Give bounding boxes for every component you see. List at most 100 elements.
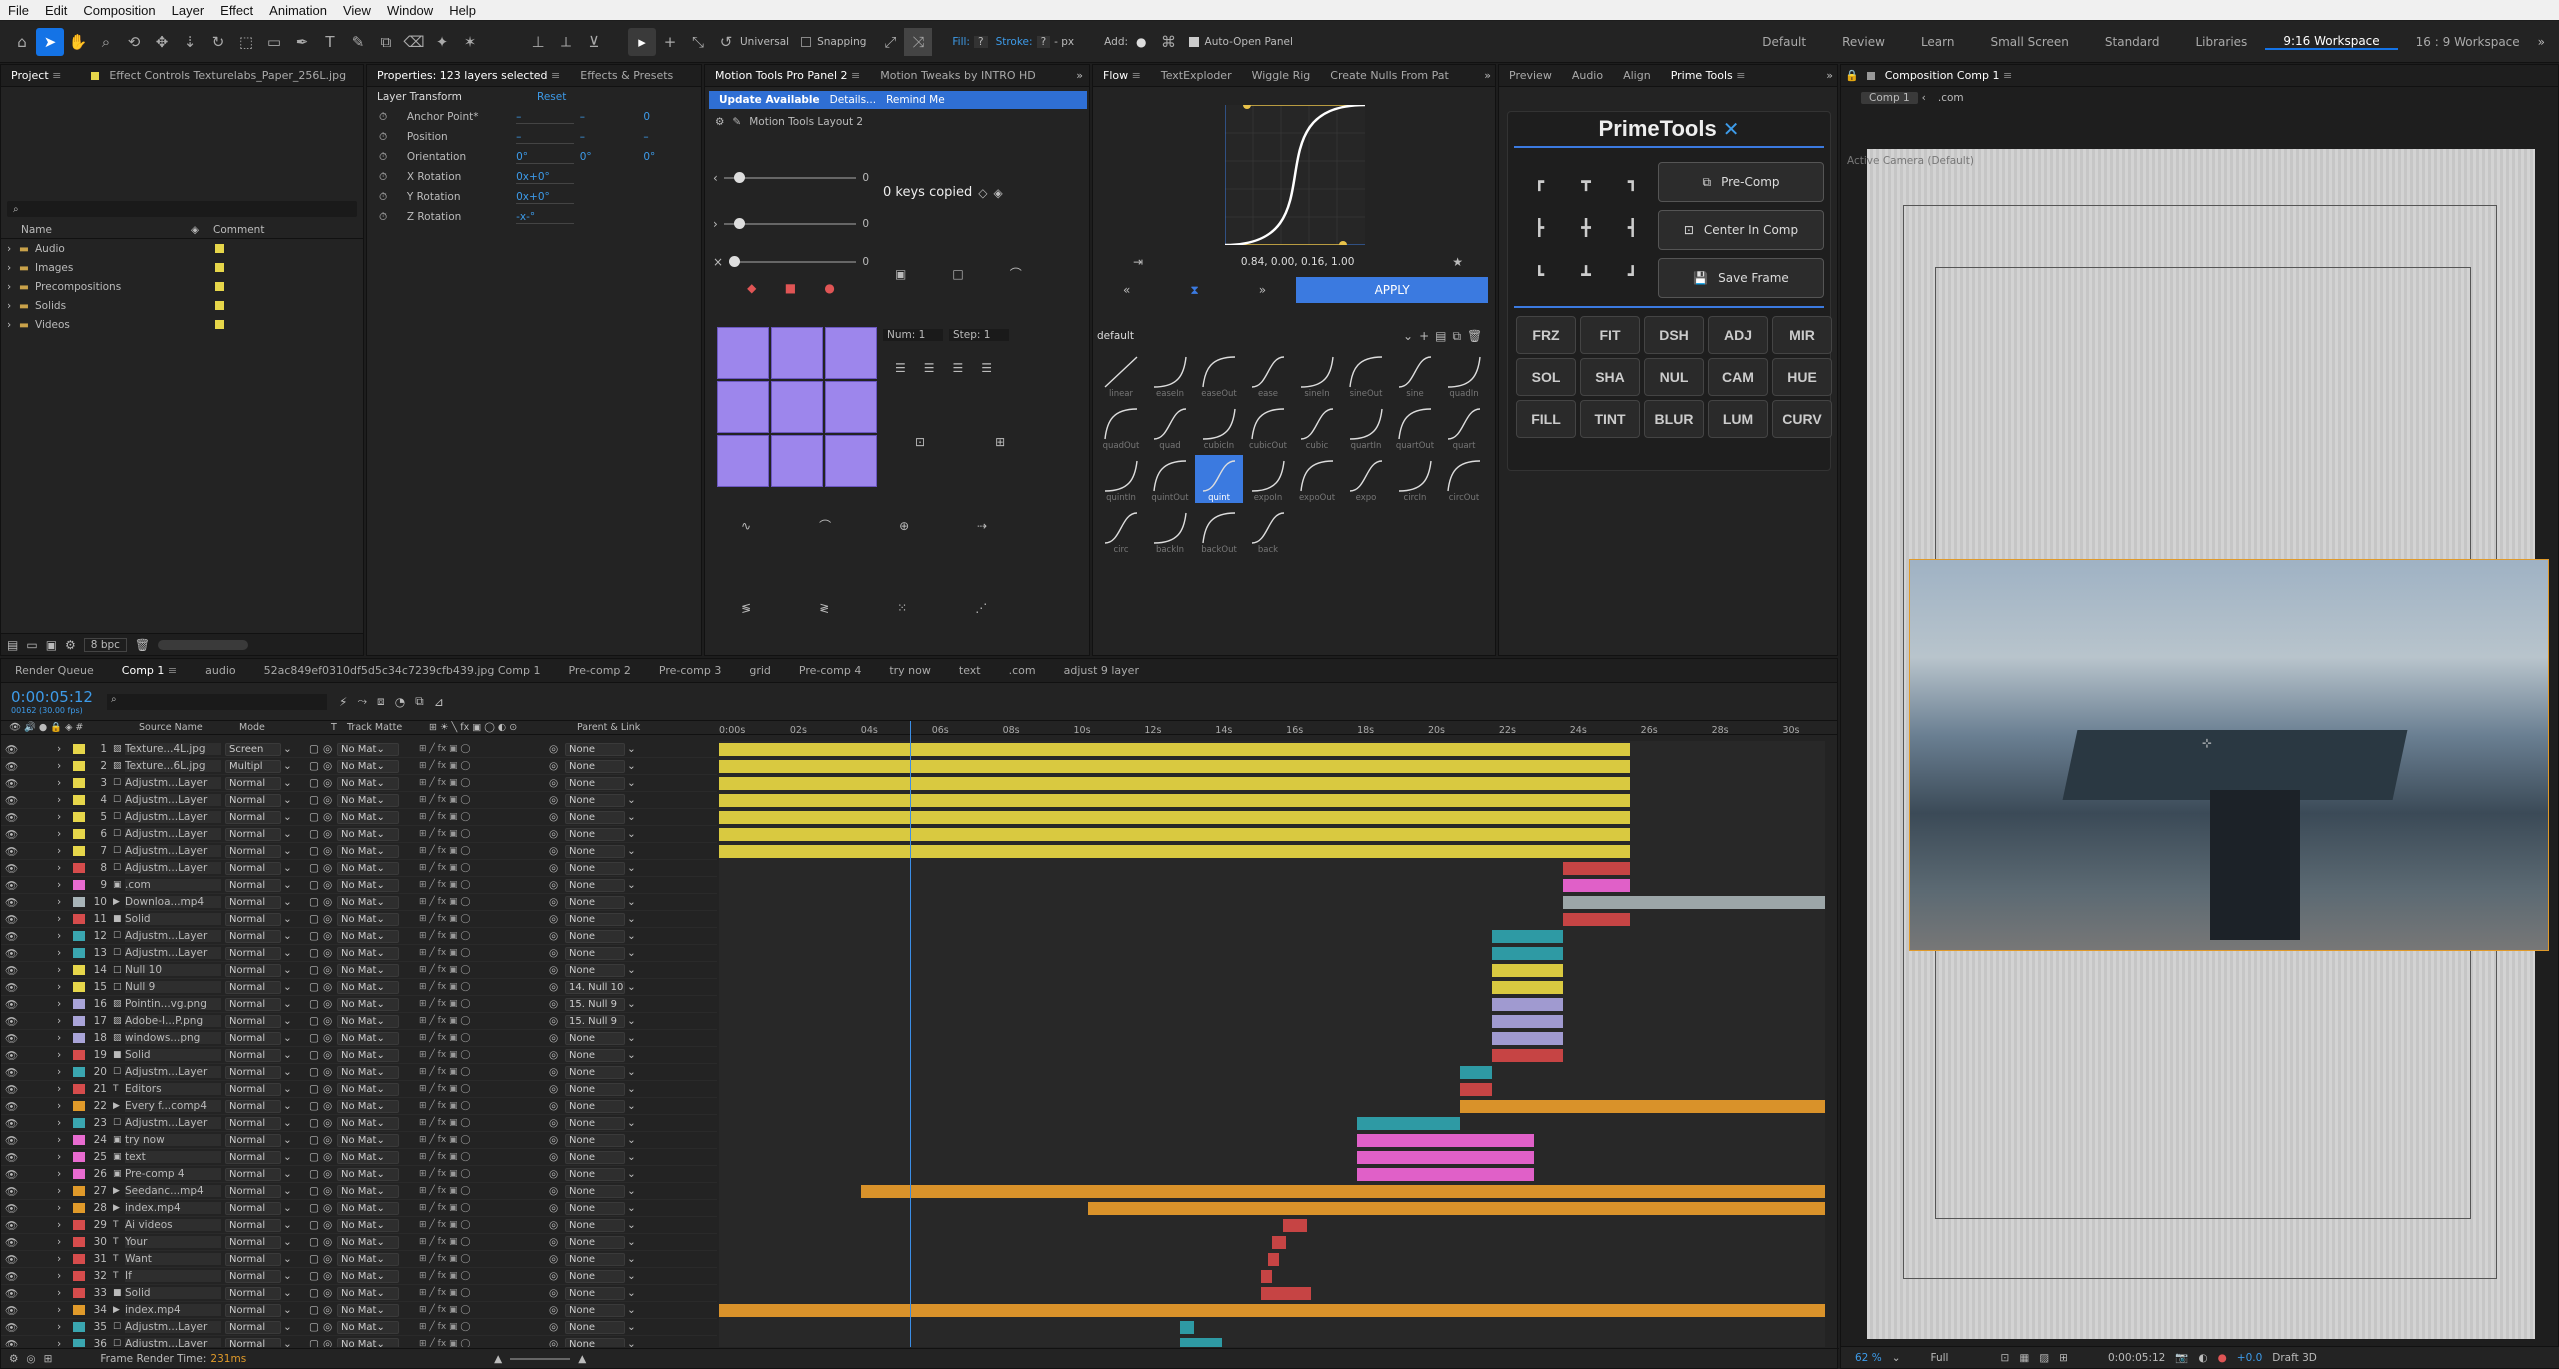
slider-left-icon[interactable]: ‹ [713, 171, 718, 185]
mode-dropdown-icon[interactable]: ⌄ [281, 1219, 309, 1231]
split-icon[interactable]: ≶ [741, 601, 751, 615]
eye-icon[interactable]: 👁 [1, 1270, 18, 1283]
preserve-transparency-icon[interactable]: ▢ [309, 1100, 323, 1112]
parent-dropdown-icon[interactable]: ⌄ [625, 1270, 636, 1282]
layer-switches[interactable]: ⊞ ╱ fx ▣ ◯ [399, 948, 549, 958]
easing-preset-circOut[interactable]: circOut [1440, 455, 1488, 503]
snapshot-icon[interactable]: 📷 [2175, 1351, 2188, 1364]
layer-switches[interactable]: ⊞ ╱ fx ▣ ◯ [399, 1033, 549, 1043]
tab-audio[interactable]: Audio [1562, 69, 1613, 82]
slider-track-2[interactable] [723, 218, 857, 229]
parent-dropdown-icon[interactable]: ⌄ [625, 947, 636, 959]
easing-preset-quadOut[interactable]: quadOut [1097, 403, 1145, 451]
layer-row[interactable]: 👁 › 25 ▣ text Normal ⌄ ▢ ◎ No Mat⌄ ⊞ ╱ f… [1, 1149, 717, 1166]
layer-mode-select[interactable]: Normal [225, 1116, 281, 1130]
preserve-transparency-icon[interactable]: ▢ [309, 777, 323, 789]
edit-icon[interactable]: ✎ [732, 116, 741, 128]
layer-row[interactable]: 👁 › 1 ▨ Texture...4L.jpg Screen ⌄ ▢ ◎ No… [1, 741, 717, 758]
preserve-transparency-icon[interactable]: ▢ [309, 845, 323, 857]
layer-switches[interactable]: ⊞ ╱ fx ▣ ◯ [399, 914, 549, 924]
bezier-curve-graph[interactable] [1225, 105, 1365, 245]
parent-dropdown-icon[interactable]: ⌄ [625, 862, 636, 874]
preserve-transparency-icon[interactable]: ▢ [309, 981, 323, 993]
layer-name[interactable]: Adjustm...Layer [125, 1338, 221, 1347]
layer-name[interactable]: Ai videos [125, 1219, 221, 1231]
prime-lum-button[interactable]: LUM [1708, 400, 1768, 438]
expand-layer-icon[interactable]: › [57, 1134, 69, 1146]
mode-dropdown-icon[interactable]: ⌄ [281, 1151, 309, 1163]
parent-select[interactable]: 14. Null 10 [565, 980, 625, 994]
expand-layer-icon[interactable]: › [57, 1117, 69, 1129]
easing-preset-expo[interactable]: expo [1342, 455, 1390, 503]
property-value-y[interactable]: – [580, 131, 638, 143]
universal-rotate-icon[interactable]: ↺ [712, 28, 740, 56]
layer-name[interactable]: text [125, 1151, 221, 1163]
anchor-bottom-center[interactable] [771, 435, 823, 487]
precomp-button[interactable]: ⧉ Pre-Comp [1658, 162, 1824, 202]
project-scrollbar[interactable] [158, 639, 249, 650]
layer-name[interactable]: Adjustm...Layer [125, 862, 221, 874]
track-matte-select[interactable]: No Mat⌄ [337, 776, 399, 790]
layer-mode-select[interactable]: Normal [225, 1252, 281, 1266]
exposure-value[interactable]: +0.0 [2237, 1352, 2263, 1364]
property-value-x[interactable]: – [516, 131, 574, 144]
eye-icon[interactable]: 👁 [1, 1321, 18, 1334]
timeline-tab[interactable]: Pre-comp 2 [554, 664, 644, 677]
prime-anchor-bc-icon[interactable]: ┻ [1581, 265, 1591, 284]
prime-anchor-tr-icon[interactable]: ┓ [1628, 172, 1638, 191]
align-right-icon[interactable]: ☰ [953, 361, 964, 375]
mode-dropdown-icon[interactable]: ⌄ [281, 1015, 309, 1027]
mode-dropdown-icon[interactable]: ⌄ [281, 1202, 309, 1214]
mode-dropdown-icon[interactable]: ⌄ [281, 845, 309, 857]
preserve-transparency-icon[interactable]: ▢ [309, 1321, 323, 1333]
property-value-x[interactable]: 0° [516, 151, 574, 164]
layer-label-color[interactable] [73, 1084, 85, 1094]
layer-switches[interactable]: ⊞ ╱ fx ▣ ◯ [399, 863, 549, 873]
track-matte-icon[interactable]: ◎ [323, 1338, 337, 1347]
track-matte-select[interactable]: No Mat⌄ [337, 1133, 399, 1147]
project-search-input[interactable] [18, 202, 357, 216]
timeline-tab[interactable]: Comp 1 [108, 664, 191, 677]
track-matte-select[interactable]: No Mat⌄ [337, 929, 399, 943]
expand-layer-icon[interactable]: › [57, 1066, 69, 1078]
pickwhip-icon[interactable]: ◎ [549, 1168, 565, 1180]
layer-duration-bar[interactable] [1087, 1202, 1825, 1215]
layer-row[interactable]: 👁 › 7 ☐ Adjustm...Layer Normal ⌄ ▢ ◎ No … [1, 843, 717, 860]
rotate-tool-icon[interactable]: ↻ [204, 28, 232, 56]
toggle-io-icon[interactable]: ⊞ [44, 1353, 53, 1365]
prime-nul-button[interactable]: NUL [1644, 358, 1704, 396]
layer-mode-select[interactable]: Normal [225, 844, 281, 858]
layer-row[interactable]: 👁 › 29 T Ai videos Normal ⌄ ▢ ◎ No Mat⌄ … [1, 1217, 717, 1234]
add-preset-icon[interactable]: + [1419, 329, 1429, 343]
pickwhip-icon[interactable]: ◎ [549, 1202, 565, 1214]
easing-preset-cubic[interactable]: cubic [1293, 403, 1341, 451]
track-matte-select[interactable]: No Mat⌄ [337, 912, 399, 926]
step-field[interactable]: Step: 1 [949, 329, 1009, 341]
prime-sha-button[interactable]: SHA [1580, 358, 1640, 396]
preserve-transparency-icon[interactable]: ▢ [309, 1202, 323, 1214]
timeline-tab[interactable]: 52ac849ef0310df5d5c34c7239cfb439.jpg Com… [250, 664, 555, 677]
parent-dropdown-icon[interactable]: ⌄ [625, 913, 636, 925]
stroke-swatch[interactable]: ? [1036, 35, 1051, 48]
layer-switches[interactable]: ⊞ ╱ fx ▣ ◯ [399, 1152, 549, 1162]
anchor-top-center[interactable] [771, 327, 823, 379]
parent-dropdown-icon[interactable]: ⌄ [625, 1066, 636, 1078]
layer-switches[interactable]: ⊞ ╱ fx ▣ ◯ [399, 829, 549, 839]
layer-mode-select[interactable]: Normal [225, 1235, 281, 1249]
pickwhip-icon[interactable]: ◎ [549, 1049, 565, 1061]
layer-label-color[interactable] [73, 1101, 85, 1111]
tab-textexploder[interactable]: TextExploder [1151, 69, 1242, 82]
eye-icon[interactable]: 👁 [1, 1117, 18, 1130]
workspace-learn[interactable]: Learn [1903, 35, 1973, 49]
eye-icon[interactable]: 👁 [1, 981, 18, 994]
easing-preset-quartIn[interactable]: quartIn [1342, 403, 1390, 451]
tab-create-nulls[interactable]: Create Nulls From Pat [1320, 69, 1459, 82]
eye-icon[interactable]: 👁 [1, 1100, 18, 1113]
expand-layer-icon[interactable]: › [57, 1032, 69, 1044]
mode-dropdown-icon[interactable]: ⌄ [281, 913, 309, 925]
layer-mode-select[interactable]: Normal [225, 1099, 281, 1113]
expand-layer-icon[interactable]: › [57, 1321, 69, 1333]
track-matte-icon[interactable]: ◎ [323, 1185, 337, 1197]
layer-mode-select[interactable]: Normal [225, 1201, 281, 1215]
layer-name[interactable]: Adjustm...Layer [125, 845, 221, 857]
